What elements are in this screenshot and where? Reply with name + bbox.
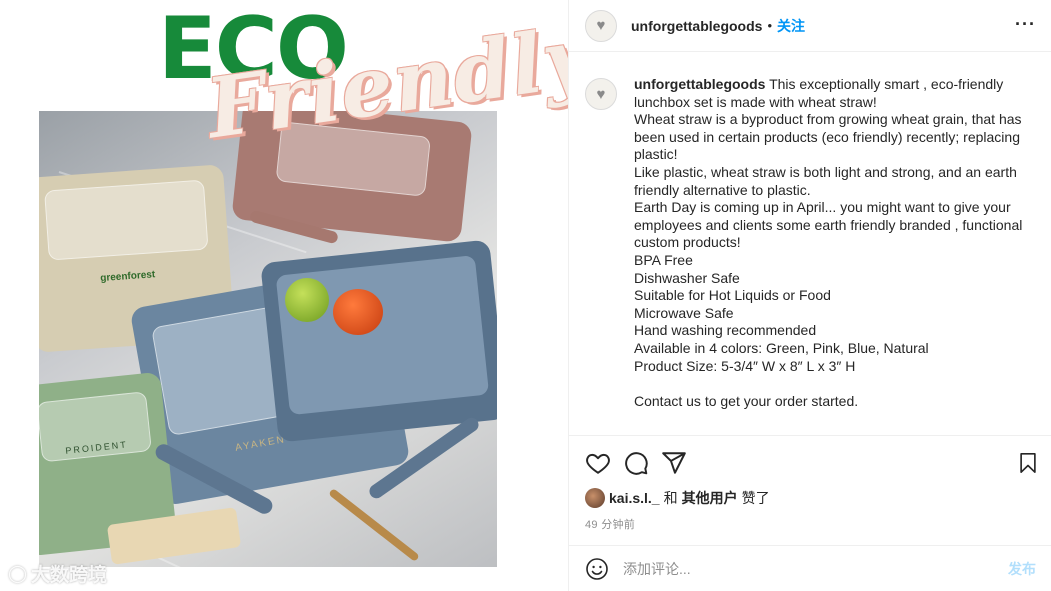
orange-fruit	[333, 289, 383, 335]
caption-line: Wheat straw is a byproduct from growing …	[634, 111, 1022, 163]
caption-line: Like plastic, wheat straw is both light …	[634, 163, 1017, 198]
watermark-logo-icon: ◯	[8, 563, 28, 583]
watermark: ◯ 大数跨境	[8, 560, 107, 587]
elephant-logo-icon: ♥	[596, 85, 606, 103]
caption-line: Microwave Safe	[634, 304, 734, 321]
lime-fruit	[285, 278, 329, 322]
caption-line: Product Size: 5-3/4″ W x 8″ L x 3″ H	[634, 357, 856, 374]
comment-bar: 发布	[569, 545, 1051, 591]
caption-line: Earth Day is coming up in April... you m…	[634, 199, 1023, 251]
caption-line: Contact us to get your order started.	[634, 392, 859, 409]
more-options-icon[interactable]: ···	[1015, 14, 1036, 35]
post-header: ♥ unforgettablegoods • 关注 ···	[569, 0, 1051, 52]
caption-line: Hand washing recommended	[634, 322, 817, 339]
liker-username[interactable]: kai.s.l._	[609, 490, 660, 506]
caption-area: ♥ unforgettablegoods This exceptionally …	[569, 52, 1051, 435]
elephant-logo-icon: ♥	[596, 17, 606, 34]
author-avatar[interactable]: ♥	[585, 9, 617, 42]
watermark-text: 大数跨境	[31, 565, 108, 586]
share-icon[interactable]	[661, 450, 687, 476]
post-actions: kai.s.l._ 和 其他用户 赞了 49 分钟前	[569, 435, 1051, 545]
likes-others[interactable]: 其他用户	[682, 488, 738, 508]
caption-line: Dishwasher Safe	[634, 269, 740, 286]
comment-input[interactable]	[623, 560, 1008, 577]
caption-line: Available in 4 colors: Green, Pink, Blue…	[634, 339, 929, 356]
post-sidebar: ♥ unforgettablegoods • 关注 ··· ♥ unforget…	[568, 0, 1051, 591]
heart-icon[interactable]	[585, 450, 611, 476]
wheat-stalk	[328, 487, 420, 563]
caption-username[interactable]: unforgettablegoods	[634, 76, 765, 92]
emoji-icon[interactable]	[585, 557, 609, 581]
likes-and: 和	[663, 490, 678, 506]
follow-button[interactable]: 关注	[777, 16, 805, 36]
blue-container-open	[260, 239, 497, 443]
caption-author-avatar[interactable]: ♥	[585, 78, 617, 110]
post-image[interactable]: greenforest AYAKEN PROIDENT ECO Friendly…	[0, 0, 568, 591]
comment-icon[interactable]	[623, 450, 649, 476]
separator-dot: •	[767, 18, 772, 33]
likes-liked: 赞了	[741, 490, 770, 506]
liker-avatar[interactable]	[585, 488, 605, 508]
bookmark-icon[interactable]	[1017, 450, 1039, 476]
likes-summary: kai.s.l._ 和 其他用户 赞了	[585, 488, 770, 508]
brand-greenforest: greenforest	[99, 269, 156, 285]
author-username[interactable]: unforgettablegoods	[631, 18, 762, 34]
lunchbox-photo: greenforest AYAKEN PROIDENT	[39, 111, 497, 567]
brand-ayaken: AYAKEN	[234, 434, 287, 454]
caption-line: BPA Free	[634, 251, 693, 268]
caption-line: Suitable for Hot Liquids or Food	[634, 287, 831, 304]
post-timestamp[interactable]: 49 分钟前	[585, 516, 635, 532]
post-comment-button[interactable]: 发布	[1008, 559, 1036, 579]
caption-text: unforgettablegoods This exceptionally sm…	[634, 76, 1034, 435]
